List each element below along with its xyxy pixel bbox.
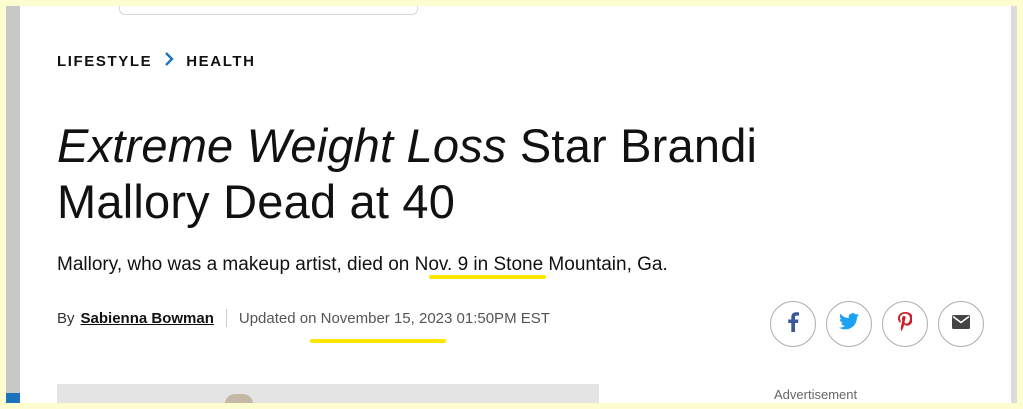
breadcrumb-lifestyle[interactable]: LIFESTYLE: [57, 53, 152, 70]
twitter-share-button[interactable]: [826, 301, 872, 347]
headline-line2: Mallory Dead at 40: [57, 175, 456, 228]
pinterest-icon: [898, 311, 913, 337]
author-link[interactable]: Sabienna Bowman: [81, 310, 214, 327]
hero-image-detail: [225, 394, 253, 403]
advertisement-label: Advertisement: [774, 387, 858, 402]
twitter-icon: [839, 313, 859, 335]
email-share-button[interactable]: [938, 301, 984, 347]
share-bar: [770, 301, 994, 347]
left-edge-accent: [6, 393, 20, 403]
facebook-icon: [786, 311, 800, 337]
dek-highlight: [429, 275, 546, 279]
headline-line1: Star Brandi: [506, 119, 758, 172]
updated-date: Updated on November 15, 2023 01:50PM EST: [238, 309, 550, 327]
scrollbar[interactable]: [1011, 6, 1017, 403]
page-title: Extreme Weight Loss Star Brandi Mallory …: [57, 118, 957, 230]
headline-italic: Extreme Weight Loss: [57, 119, 507, 172]
byline: By Sabienna Bowman Updated on November 1…: [57, 309, 550, 327]
pinterest-share-button[interactable]: [882, 301, 928, 347]
facebook-share-button[interactable]: [770, 301, 816, 347]
date-highlight: [310, 339, 446, 343]
article-dek: Mallory, who was a makeup artist, died o…: [57, 254, 668, 275]
breadcrumb-health[interactable]: HEALTH: [186, 53, 255, 70]
breadcrumb-separator-icon: [164, 52, 174, 71]
left-scroll-edge: [6, 6, 20, 403]
email-icon: [952, 314, 970, 334]
byline-prefix: By: [57, 309, 75, 327]
article-frame: LIFESTYLE HEALTH Extreme Weight Loss Sta…: [6, 6, 1017, 403]
top-tab-edge: [119, 6, 418, 15]
article-hero-image: [57, 384, 599, 403]
byline-divider: [225, 309, 227, 327]
breadcrumb: LIFESTYLE HEALTH: [57, 52, 256, 71]
